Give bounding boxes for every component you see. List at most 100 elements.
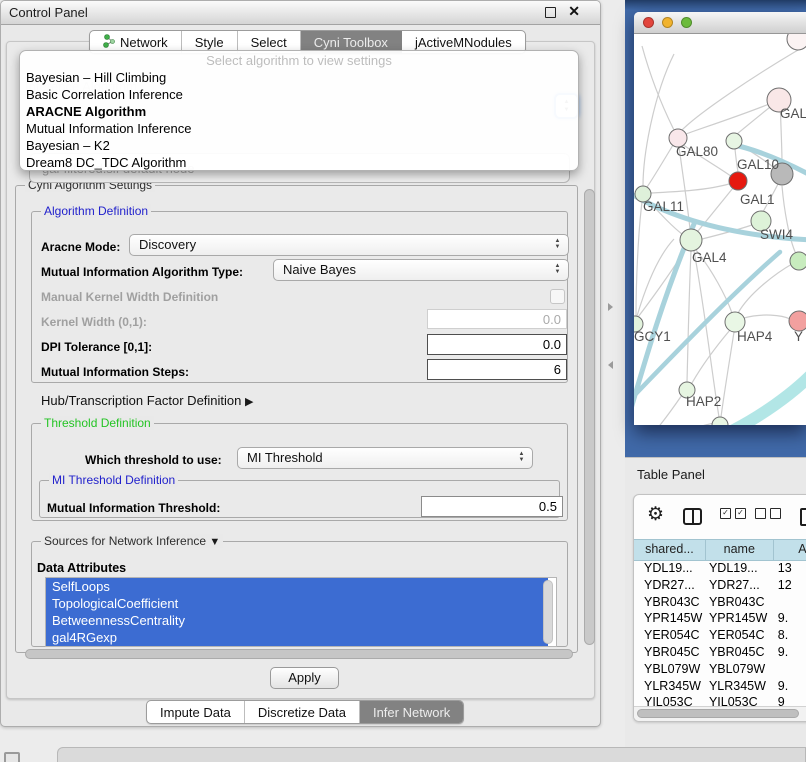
control-panel-titlebar: Control Panel ✕ — [1, 1, 600, 25]
tab-discretize-data[interactable]: Discretize Data — [245, 701, 360, 723]
network-edge — [782, 186, 796, 254]
algorithm-option-basic-correlation-inference[interactable]: Basic Correlation Inference — [20, 86, 578, 103]
attribute-item-gal4rgexp[interactable]: gal4RGexp — [46, 629, 548, 646]
group-title: MI Threshold Definition — [49, 473, 178, 487]
tab-label: jActiveMNodules — [415, 35, 512, 50]
network-edge — [687, 251, 691, 382]
disclosure-right-icon: ▶ — [245, 396, 253, 408]
kernel-width-field[interactable]: 0.0 — [427, 309, 567, 329]
close-traffic-light[interactable] — [643, 17, 654, 28]
attribute-item-betweennesscentrality[interactable]: BetweennessCentrality — [46, 612, 548, 629]
scrollbar-thumb[interactable] — [637, 709, 799, 718]
network-node[interactable] — [790, 252, 806, 270]
algorithm-option-aracne-algorithm[interactable]: ARACNE Algorithm — [20, 103, 578, 120]
float-window-icon[interactable] — [545, 7, 556, 18]
tab-infer-network[interactable]: Infer Network — [360, 701, 463, 723]
table-row[interactable]: YPR145WYPR145W9. — [634, 610, 806, 627]
network-node[interactable] — [680, 229, 702, 251]
table-cell: YBR043C — [634, 594, 706, 611]
minimized-panel-icon[interactable] — [4, 752, 20, 762]
network-node[interactable] — [729, 172, 747, 190]
attribute-item-selfloops[interactable]: SelfLoops — [46, 578, 548, 595]
table-row[interactable]: YDR27...YDR27...12 — [634, 577, 806, 594]
group-title: Algorithm Definition — [41, 204, 151, 218]
close-icon[interactable]: ✕ — [568, 3, 580, 20]
network-node-label: HAP4 — [737, 329, 773, 344]
table-cell: YLR345W — [706, 678, 774, 695]
settings-horizontal-scrollbar[interactable] — [25, 649, 573, 659]
hub-definition-label: Hub/Transcription Factor Definition — [41, 393, 241, 408]
table-row[interactable]: YBR045CYBR045C9. — [634, 644, 806, 661]
which-threshold-combo[interactable]: MI Threshold ▲▼ — [237, 447, 533, 469]
algorithm-option-mutual-information-inference[interactable]: Mutual Information Inference — [20, 120, 578, 137]
network-node[interactable] — [787, 34, 806, 50]
mi-steps-label: Mutual Information Steps: — [41, 365, 189, 379]
network-edge — [738, 264, 792, 313]
network-edge — [686, 100, 779, 134]
select-all-checkboxes-icon[interactable]: ✓ ✓ — [720, 508, 746, 519]
column-header-name[interactable]: name — [706, 540, 774, 560]
hub-definition-disclosure[interactable]: Hub/Transcription Factor Definition ▶ — [41, 393, 253, 408]
algorithm-option-bayesian-hill-climbing[interactable]: Bayesian – Hill Climbing — [20, 69, 578, 86]
network-node-label: GCY1 — [634, 329, 671, 344]
attributes-list-scrollbar[interactable] — [543, 580, 553, 644]
tab-label: Style — [195, 35, 224, 50]
table-row[interactable]: YBR043CYBR043C — [634, 594, 806, 611]
mi-threshold-field[interactable]: 0.5 — [421, 496, 563, 517]
settings-vertical-scrollbar[interactable] — [584, 189, 595, 645]
splitter-collapse-icon[interactable] — [608, 361, 613, 369]
gear-icon[interactable]: ⚙ — [647, 503, 664, 526]
tab-impute-data[interactable]: Impute Data — [147, 701, 245, 723]
network-node-label: GAL1 — [740, 192, 775, 207]
dpi-tolerance-field[interactable]: 0.0 — [427, 334, 567, 355]
combo-stepper-icon: ▲▼ — [553, 238, 562, 250]
mi-type-combo[interactable]: Naive Bayes ▲▼ — [273, 259, 569, 281]
table-row[interactable]: YDL19...YDL19...13 — [634, 560, 806, 577]
algorithm-option-dream8-dc-tdc-algorithm[interactable]: Dream8 DC_TDC Algorithm — [20, 154, 578, 171]
kernel-width-label: Kernel Width (0,1): — [41, 315, 147, 329]
data-attributes-label: Data Attributes — [37, 561, 126, 575]
zoom-traffic-light[interactable] — [681, 17, 692, 28]
mi-steps-field[interactable]: 6 — [427, 359, 567, 380]
table-row[interactable]: YER054CYER054C8. — [634, 627, 806, 644]
unchecked-box-icon — [770, 508, 781, 519]
export-table-icon[interactable] — [800, 508, 806, 526]
network-node-label: HAP2 — [686, 394, 721, 409]
control-panel-window: Control Panel ✕ NetworkStyleSelectCyni T… — [0, 0, 601, 727]
table-row[interactable]: YBL079WYBL079W — [634, 661, 806, 678]
bottom-panel-strip — [57, 747, 806, 762]
aracne-mode-combo[interactable]: Discovery ▲▼ — [129, 234, 569, 256]
minimize-traffic-light[interactable] — [662, 17, 673, 28]
network-node[interactable] — [789, 311, 806, 331]
network-canvas[interactable]: GALGAL80GAL10GAL1GAL11SWI4GAL4GCY1HAP4YH… — [634, 34, 806, 425]
network-node[interactable] — [726, 133, 742, 149]
attribute-item-topologicalcoefficient[interactable]: TopologicalCoefficient — [46, 595, 548, 612]
table-horizontal-scrollbar[interactable] — [634, 706, 806, 721]
tab-label: Network — [120, 35, 168, 50]
checked-box-icon: ✓ — [735, 508, 746, 519]
network-icon — [103, 34, 115, 51]
apply-button[interactable]: Apply — [270, 667, 339, 689]
column-header-shared[interactable]: shared... — [634, 540, 706, 560]
network-edge — [692, 330, 730, 383]
table-cell: 13 — [774, 560, 806, 577]
table-cell: YER054C — [706, 627, 774, 644]
table-cell: YBR045C — [706, 644, 774, 661]
table-header-row: shared...nameA — [634, 539, 806, 561]
sources-disclosure[interactable]: Sources for Network Inference ▼ — [41, 534, 223, 548]
network-edge — [640, 395, 682, 425]
algorithm-option-bayesian-k2[interactable]: Bayesian – K2 — [20, 137, 578, 154]
network-edge — [651, 184, 729, 193]
column-header-a[interactable]: A — [774, 540, 806, 560]
table-cell: YDR27... — [706, 577, 774, 594]
table-row[interactable]: YLR345WYLR345W9. — [634, 678, 806, 695]
table-panel-title: Table Panel — [637, 467, 705, 482]
network-edge — [637, 239, 674, 316]
network-node[interactable] — [712, 417, 728, 425]
manual-kernel-checkbox[interactable] — [550, 289, 565, 304]
deselect-all-checkboxes-icon[interactable] — [755, 508, 781, 519]
columns-icon[interactable] — [683, 508, 702, 525]
which-threshold-label: Which threshold to use: — [85, 453, 222, 467]
splitter-collapse-icon[interactable] — [608, 303, 613, 311]
cyni-bottom-tabbar: Impute DataDiscretize DataInfer Network — [146, 700, 464, 724]
